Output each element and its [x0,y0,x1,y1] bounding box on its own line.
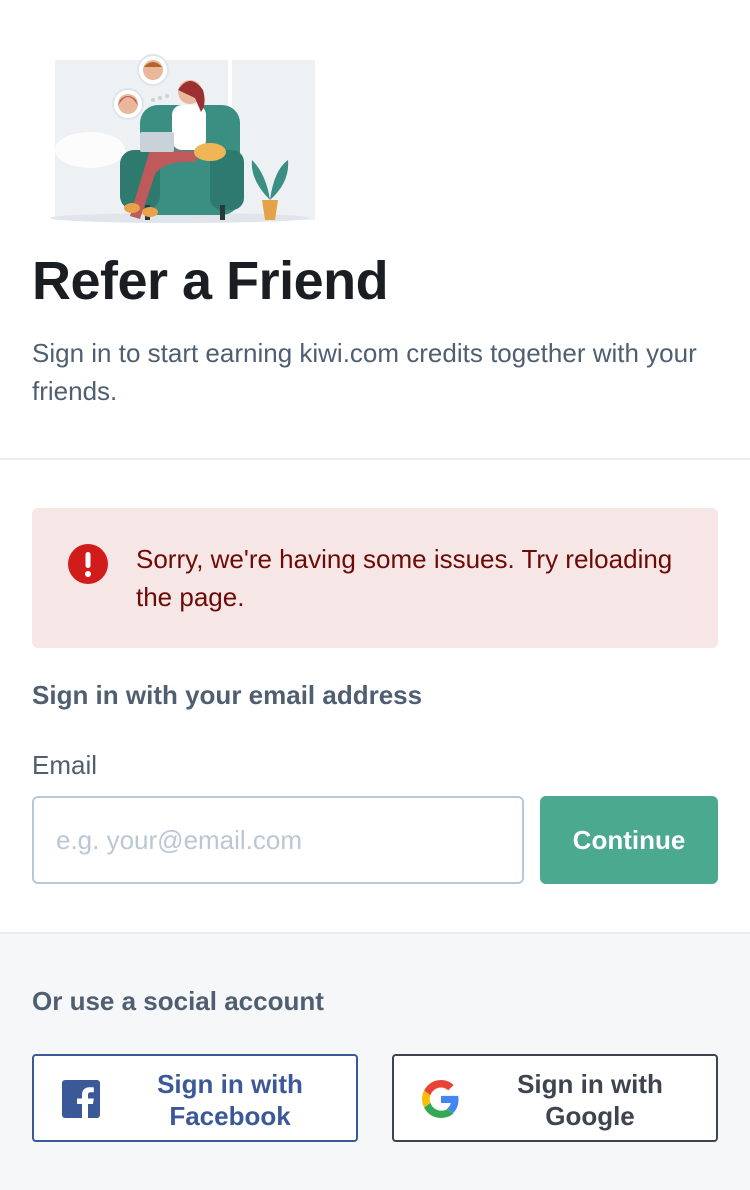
google-icon [422,1080,459,1118]
page-subtitle: Sign in to start earning kiwi.com credit… [32,338,697,406]
alert-message: Sorry, we're having some issues. Try rel… [136,544,673,612]
refer-header: Refer a Friend Sign in to start earning … [0,0,750,460]
social-heading: Or use a social account [32,986,324,1016]
error-alert: Sorry, we're having some issues. Try rel… [32,508,718,648]
continue-button[interactable]: Continue [540,796,718,884]
google-signin-button[interactable]: Sign in with Google [392,1054,718,1142]
facebook-signin-label: Sign in with Facebook [157,1069,303,1131]
email-input[interactable] [32,796,524,884]
page-title: Refer a Friend [32,251,389,311]
facebook-icon [62,1080,100,1118]
facebook-signin-button[interactable]: Sign in with Facebook [32,1054,358,1142]
google-signin-label: Sign in with Google [517,1069,663,1131]
email-label: Email [32,750,98,780]
alert-circle-icon [68,544,108,584]
email-signin-heading: Sign in with your email address [32,680,423,710]
refer-friend-illustration [50,54,315,223]
social-signin-section: Or use a social account Sign in with Fac… [0,932,750,1190]
